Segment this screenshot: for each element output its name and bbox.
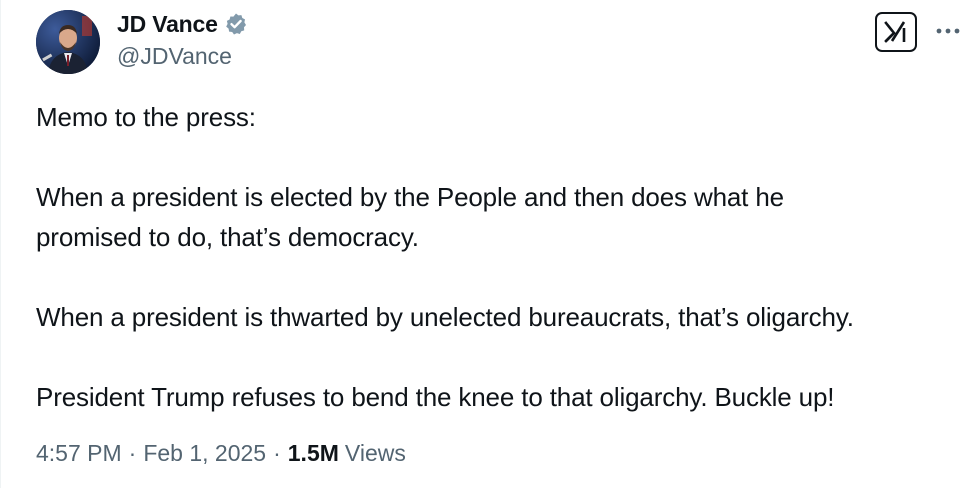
author-handle[interactable]: @JDVance [117,43,232,70]
meta-separator: · [128,440,137,466]
views-label: Views [344,440,406,466]
tweet-line: President Trump refuses to bend the knee… [36,382,835,412]
more-options-icon [936,28,960,34]
verified-badge-icon[interactable] [224,12,248,36]
tweet-line: Memo to the press: [36,102,256,132]
meta-separator: · [273,440,281,466]
tweet-line-gap [36,337,966,377]
author-name-row[interactable]: JD Vance [117,9,248,39]
author-display-name[interactable]: JD Vance [117,11,218,38]
grok-icon [884,21,906,43]
tweet-line: When a president is thwarted by unelecte… [36,302,854,332]
tweet-line: promised to do, that’s democracy. [36,222,419,252]
avatar[interactable] [36,10,100,74]
tweet-line-gap [36,137,966,177]
tweet-timestamp[interactable]: 4:57 PM · Feb 1, 2025 [36,440,266,467]
tweet-text: Memo to the press: When a president is e… [36,97,966,417]
tweet-meta: 4:57 PM · Feb 1, 2025 · 1.5M Views [36,440,406,467]
tweet-date[interactable]: Feb 1, 2025 [143,440,266,466]
tweet-line-gap [36,257,966,297]
grok-button[interactable] [875,12,917,52]
more-options-button[interactable] [931,16,965,46]
views-count: 1.5M [287,440,339,466]
tweet-line: When a president is elected by the Peopl… [36,182,784,212]
tweet-time[interactable]: 4:57 PM [36,440,122,466]
tweet-card: JD Vance @JDVance Memo to the press: Whe… [0,0,973,488]
